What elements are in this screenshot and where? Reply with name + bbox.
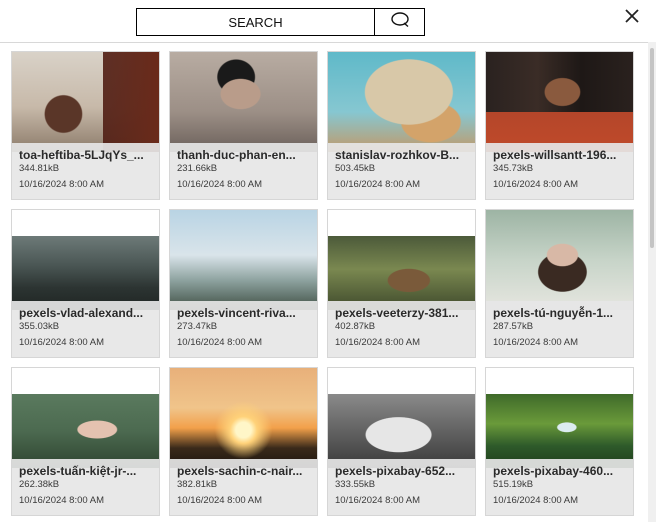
image-thumbnail	[170, 52, 317, 152]
image-thumbnail	[486, 210, 633, 310]
image-thumbnail	[170, 210, 317, 310]
image-filesize: 402.87kB	[335, 321, 376, 332]
image-card[interactable]: thanh-duc-phan-en... 231.66kB 10/16/2024…	[169, 51, 318, 200]
image-gallery: toa-heftiba-5LJqYs_... 344.81kB 10/16/20…	[0, 42, 656, 522]
image-filename: toa-heftiba-5LJqYs_...	[19, 148, 144, 162]
image-filename: stanislav-rozhkov-B...	[335, 148, 460, 162]
image-info: stanislav-rozhkov-B... 503.45kB 10/16/20…	[328, 143, 475, 199]
image-date: 10/16/2024 8:00 AM	[19, 337, 105, 348]
image-filesize: 355.03kB	[19, 321, 60, 332]
image-thumbnail	[12, 236, 159, 310]
image-filesize: 503.45kB	[335, 163, 376, 174]
image-date: 10/16/2024 8:00 AM	[177, 337, 263, 348]
image-info: pexels-vincent-riva... 273.47kB 10/16/20…	[170, 301, 317, 357]
image-card[interactable]: pexels-veeterzy-381... 402.87kB 10/16/20…	[327, 209, 476, 358]
image-filesize: 344.81kB	[19, 163, 60, 174]
image-card[interactable]: toa-heftiba-5LJqYs_... 344.81kB 10/16/20…	[11, 51, 160, 200]
image-filesize: 231.66kB	[177, 163, 218, 174]
image-info: pexels-sachin-c-nair... 382.81kB 10/16/2…	[170, 459, 317, 515]
image-date: 10/16/2024 8:00 AM	[177, 495, 263, 506]
image-date: 10/16/2024 8:00 AM	[335, 179, 421, 190]
scrollbar-thumb[interactable]	[650, 48, 654, 248]
image-date: 10/16/2024 8:00 AM	[335, 495, 421, 506]
image-card[interactable]: pexels-pixabay-652... 333.55kB 10/16/202…	[327, 367, 476, 516]
image-grid: toa-heftiba-5LJqYs_... 344.81kB 10/16/20…	[11, 51, 634, 516]
image-thumbnail	[12, 52, 159, 152]
image-filename: pexels-willsantt-196...	[493, 148, 617, 162]
image-filesize: 262.38kB	[19, 479, 60, 490]
image-thumbnail	[170, 368, 317, 468]
search-box	[136, 8, 425, 36]
image-date: 10/16/2024 8:00 AM	[335, 337, 421, 348]
image-info: pexels-veeterzy-381... 402.87kB 10/16/20…	[328, 301, 475, 357]
image-card[interactable]: pexels-pixabay-460... 515.19kB 10/16/202…	[485, 367, 634, 516]
search-button[interactable]	[374, 8, 425, 36]
image-filesize: 345.73kB	[493, 163, 534, 174]
image-info: pexels-pixabay-652... 333.55kB 10/16/202…	[328, 459, 475, 515]
image-filename: pexels-tú-nguyễn-1...	[493, 306, 614, 320]
image-filesize: 515.19kB	[493, 479, 534, 490]
image-thumbnail	[328, 52, 475, 152]
image-info: pexels-willsantt-196... 345.73kB 10/16/2…	[486, 143, 633, 199]
image-card[interactable]: pexels-vlad-alexand... 355.03kB 10/16/20…	[11, 209, 160, 358]
image-date: 10/16/2024 8:00 AM	[177, 179, 263, 190]
image-info: pexels-tuấn-kiệt-jr-... 262.38kB 10/16/2…	[12, 459, 159, 515]
image-card[interactable]: stanislav-rozhkov-B... 503.45kB 10/16/20…	[327, 51, 476, 200]
close-icon	[624, 8, 640, 29]
close-button[interactable]	[620, 6, 644, 30]
image-thumbnail	[328, 236, 475, 310]
image-filename: pexels-veeterzy-381...	[335, 306, 459, 320]
image-info: pexels-pixabay-460... 515.19kB 10/16/202…	[486, 459, 633, 515]
image-filename: pexels-pixabay-460...	[493, 464, 614, 478]
image-thumbnail	[12, 394, 159, 468]
image-filesize: 333.55kB	[335, 479, 376, 490]
image-filename: thanh-duc-phan-en...	[177, 148, 296, 162]
image-filename: pexels-pixabay-652...	[335, 464, 456, 478]
image-card[interactable]: pexels-tú-nguyễn-1... 287.57kB 10/16/202…	[485, 209, 634, 358]
image-thumbnail	[328, 394, 475, 468]
search-input[interactable]	[137, 9, 374, 35]
image-thumbnail-overlay	[486, 52, 633, 152]
image-card[interactable]: pexels-willsantt-196... 345.73kB 10/16/2…	[485, 51, 634, 200]
image-filename: pexels-sachin-c-nair...	[177, 464, 303, 478]
image-info: toa-heftiba-5LJqYs_... 344.81kB 10/16/20…	[12, 143, 159, 199]
image-card[interactable]: pexels-sachin-c-nair... 382.81kB 10/16/2…	[169, 367, 318, 516]
image-filename: pexels-vincent-riva...	[177, 306, 296, 320]
image-filename: pexels-vlad-alexand...	[19, 306, 144, 320]
toolbar	[0, 0, 656, 42]
image-date: 10/16/2024 8:00 AM	[493, 337, 579, 348]
image-info: pexels-vlad-alexand... 355.03kB 10/16/20…	[12, 301, 159, 357]
image-info: pexels-tú-nguyễn-1... 287.57kB 10/16/202…	[486, 301, 633, 357]
image-filename: pexels-tuấn-kiệt-jr-...	[19, 464, 137, 478]
search-icon	[389, 11, 411, 33]
image-filesize: 273.47kB	[177, 321, 218, 332]
image-filesize: 287.57kB	[493, 321, 534, 332]
image-date: 10/16/2024 8:00 AM	[19, 179, 105, 190]
image-date: 10/16/2024 8:00 AM	[493, 179, 579, 190]
image-card[interactable]: pexels-tuấn-kiệt-jr-... 262.38kB 10/16/2…	[11, 367, 160, 516]
image-date: 10/16/2024 8:00 AM	[19, 495, 105, 506]
image-date: 10/16/2024 8:00 AM	[493, 495, 579, 506]
image-filesize: 382.81kB	[177, 479, 218, 490]
vertical-scrollbar[interactable]	[648, 42, 656, 522]
image-info: thanh-duc-phan-en... 231.66kB 10/16/2024…	[170, 143, 317, 199]
image-thumbnail	[486, 394, 633, 468]
image-card[interactable]: pexels-vincent-riva... 273.47kB 10/16/20…	[169, 209, 318, 358]
